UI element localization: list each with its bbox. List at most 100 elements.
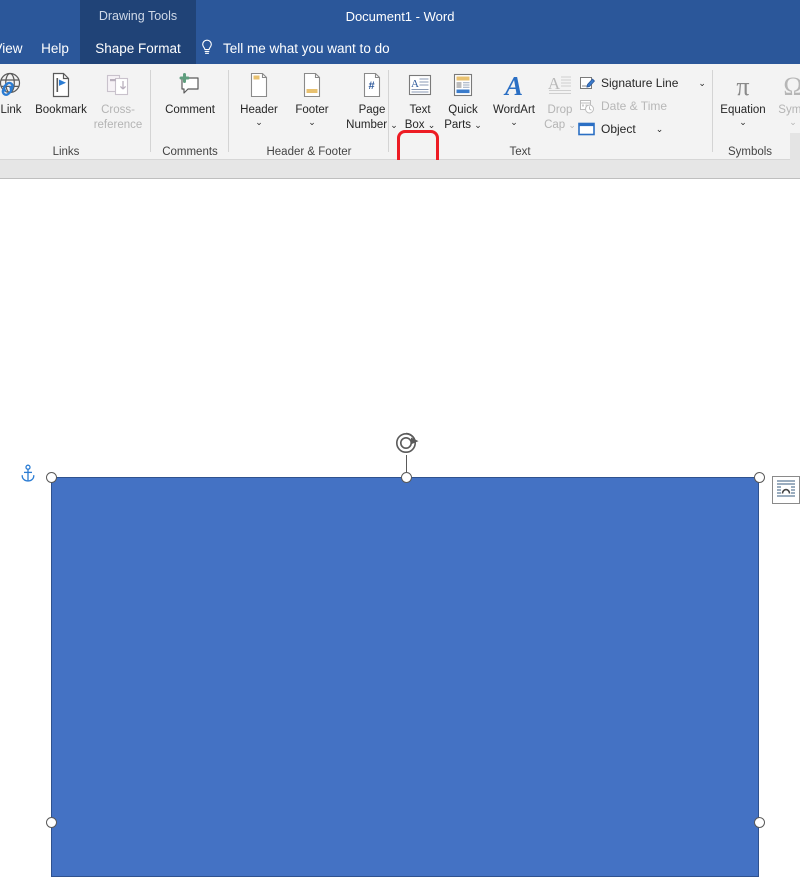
symbol-button-label: Symb — [778, 104, 800, 116]
resize-handle-top-right[interactable] — [754, 472, 765, 483]
ribbon-group-text: A Text Box ⌄ Quick Parts ⌄ A WordArt ⌄ A… — [390, 64, 800, 205]
globe-link-icon — [0, 68, 26, 102]
document-page[interactable] — [0, 179, 800, 877]
signature-line-button[interactable]: Signature Line ⌄ — [578, 73, 706, 93]
tab-help[interactable]: Help — [30, 32, 80, 64]
svg-text:#: # — [368, 80, 374, 92]
footer-button[interactable]: Footer ⌄ — [287, 68, 337, 127]
tab-shape-format-label: Shape Format — [95, 40, 181, 56]
symbols-group-label: Symbols — [727, 146, 773, 158]
layout-options-icon — [775, 478, 797, 503]
quick-parts-button-label2: Parts ⌄ — [444, 118, 482, 131]
page-number-icon: # — [360, 68, 384, 102]
chevron-down-icon[interactable]: ⌄ — [698, 78, 706, 88]
group-separator — [388, 70, 389, 152]
object-button[interactable]: Object ⌄ — [578, 119, 663, 139]
signature-line-label: Signature Line — [601, 76, 679, 90]
cross-reference-button-label2: reference — [93, 118, 143, 131]
header-page-icon — [247, 68, 271, 102]
bookmark-button[interactable]: Bookmark — [30, 68, 92, 117]
text-box-button-label2: Box ⌄ — [404, 118, 436, 131]
tell-me-label: Tell me what you want to do — [223, 40, 390, 56]
cross-reference-icon — [104, 68, 132, 102]
tell-me-search[interactable]: Tell me what you want to do — [200, 32, 390, 64]
resize-handle-top-left[interactable] — [46, 472, 57, 483]
resize-handle-middle-left[interactable] — [46, 817, 57, 828]
tab-view-label: View — [0, 40, 23, 56]
rectangle-shape[interactable] — [51, 477, 759, 877]
lightbulb-icon — [200, 39, 214, 57]
ribbon-group-comments: Comment Comments — [152, 64, 228, 160]
wordart-icon: A — [499, 68, 529, 102]
equation-button-label: Equation — [720, 104, 766, 116]
footer-page-icon — [300, 68, 324, 102]
svg-text:π: π — [736, 72, 749, 100]
group-separator — [150, 70, 151, 152]
header-footer-group-label: Header & Footer — [266, 146, 352, 158]
chevron-down-icon[interactable]: ⌄ — [568, 120, 576, 130]
signature-line-icon — [578, 75, 595, 91]
chevron-down-icon[interactable]: ⌄ — [308, 117, 316, 127]
drop-cap-button[interactable]: A Drop Cap ⌄ — [538, 68, 582, 132]
tab-view[interactable]: View — [0, 32, 30, 64]
resize-handle-top-middle[interactable] — [401, 472, 412, 483]
svg-text:A: A — [503, 71, 523, 100]
drop-cap-icon: A — [546, 68, 574, 102]
text-box-button-label: Text — [409, 104, 431, 116]
header-button[interactable]: Header ⌄ — [233, 68, 285, 127]
layout-options-button[interactable] — [772, 476, 800, 504]
chevron-down-icon[interactable]: ⌄ — [739, 117, 747, 127]
pi-icon: π — [728, 68, 758, 102]
symbol-button[interactable]: Ω Symb ⌄ — [768, 68, 800, 127]
title-bar: Drawing Tools Document1 - Word View Help… — [0, 0, 800, 64]
comment-button-label: Comment — [165, 104, 215, 116]
wordart-button[interactable]: A WordArt ⌄ — [484, 68, 544, 127]
ribbon: Link Bookmark Cross- reference Links Com… — [0, 64, 800, 208]
cross-reference-button-label: Cross- — [101, 104, 135, 116]
chevron-down-icon[interactable]: ⌄ — [474, 120, 482, 130]
footer-button-label: Footer — [295, 104, 329, 116]
rotate-handle-icon[interactable] — [392, 429, 424, 459]
group-separator — [228, 70, 229, 152]
text-box-icon: A — [406, 68, 434, 102]
bookmark-button-label: Bookmark — [35, 104, 87, 116]
page-number-button-label: Page — [358, 104, 386, 116]
link-button-label: Link — [0, 104, 22, 116]
drop-cap-button-label: Drop — [547, 104, 573, 116]
quick-parts-button[interactable]: Quick Parts ⌄ — [436, 68, 490, 132]
equation-button[interactable]: π Equation ⌄ — [714, 68, 772, 127]
quick-parts-icon — [449, 68, 477, 102]
tab-help-label: Help — [41, 40, 69, 56]
comments-group-label: Comments — [162, 146, 218, 158]
object-label: Object — [601, 122, 636, 136]
chevron-down-icon[interactable]: ⌄ — [789, 117, 797, 127]
quick-parts-button-label: Quick — [448, 104, 478, 116]
new-comment-icon — [175, 68, 205, 102]
date-time-button[interactable]: Date & Time — [578, 96, 667, 116]
bookmark-flag-icon — [48, 68, 74, 102]
date-time-label: Date & Time — [601, 99, 668, 113]
ribbon-group-header-footer: Header ⌄ Footer ⌄ # Page Number ⌄ Header… — [230, 64, 398, 160]
chevron-down-icon[interactable]: ⌄ — [255, 117, 263, 127]
date-time-icon — [578, 98, 595, 114]
chevron-down-icon[interactable]: ⌄ — [656, 124, 664, 134]
omega-icon: Ω — [778, 68, 800, 102]
ruler-gray-bar — [0, 160, 800, 179]
header-button-label: Header — [240, 104, 278, 116]
wordart-button-label: WordArt — [493, 104, 535, 116]
comment-button[interactable]: Comment — [152, 68, 228, 117]
chevron-down-icon[interactable]: ⌄ — [428, 120, 436, 130]
ribbon-group-links: Link Bookmark Cross- reference Links — [0, 64, 142, 160]
cross-reference-button[interactable]: Cross- reference — [88, 68, 148, 132]
links-group-label: Links — [52, 146, 80, 158]
svg-text:A: A — [411, 78, 419, 90]
tab-shape-format[interactable]: Shape Format — [80, 32, 196, 64]
group-separator — [712, 70, 713, 152]
text-group-label: Text — [509, 146, 531, 158]
svg-text:Ω: Ω — [783, 72, 800, 100]
ribbon-group-symbols: π Equation ⌄ Ω Symb ⌄ Symbols — [714, 64, 800, 160]
ribbon-tab-row: View Help Shape Format — [0, 32, 800, 64]
chevron-down-icon[interactable]: ⌄ — [510, 117, 518, 127]
resize-handle-middle-right[interactable] — [754, 817, 765, 828]
document-title: Document1 - Word — [345, 8, 455, 24]
